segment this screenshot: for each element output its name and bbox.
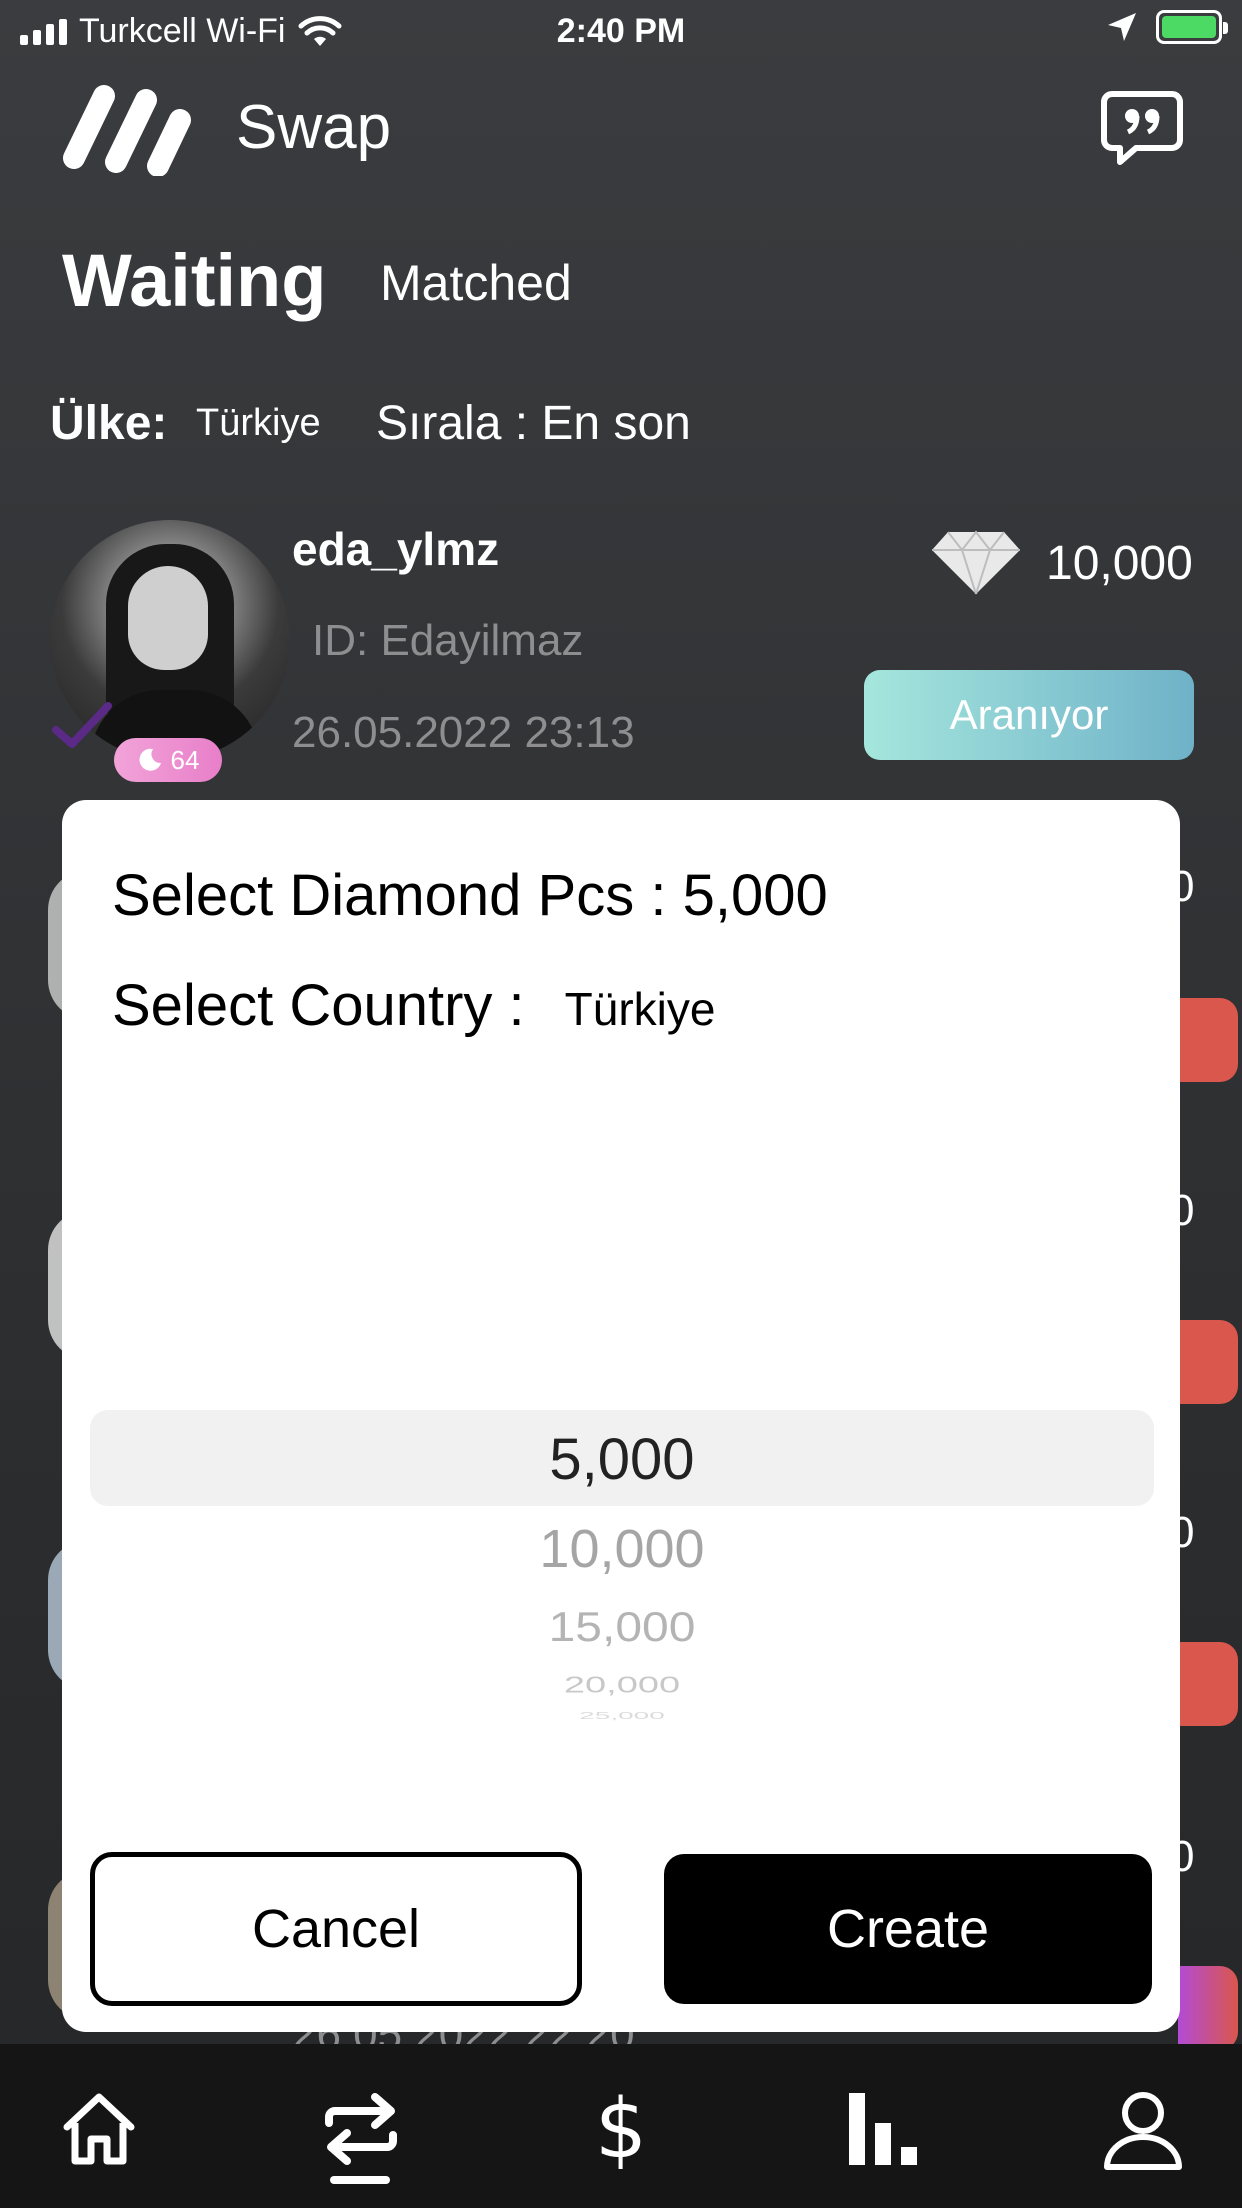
level-value: 64 — [170, 744, 200, 775]
level-badge: 64 — [114, 738, 222, 782]
picker-option[interactable]: 20,000 — [90, 1672, 1154, 1699]
clock: 2:40 PM — [556, 12, 686, 50]
status-right — [1106, 10, 1228, 44]
tab-matched[interactable]: Matched — [380, 254, 572, 312]
country-value[interactable]: Türkiye — [565, 982, 716, 1036]
peek-status-button[interactable] — [1178, 1642, 1238, 1726]
app-title: Swap — [236, 93, 392, 162]
picker-option-selected[interactable]: 5,000 — [90, 1426, 1154, 1493]
home-icon[interactable] — [54, 2084, 144, 2174]
cancel-button[interactable]: Cancel — [90, 1852, 582, 2006]
picker-option[interactable]: 25,000 — [90, 1710, 1154, 1721]
dollar-icon[interactable]: $ — [576, 2081, 666, 2177]
diamond-picker[interactable]: 5,000 10,000 15,000 20,000 25,000 — [90, 1410, 1154, 1740]
tab-waiting[interactable]: Waiting — [62, 238, 326, 323]
country-filter-label: Ülke: — [50, 397, 168, 450]
picker-option[interactable]: 15,000 — [90, 1604, 1154, 1651]
swap-arrows-icon[interactable] — [316, 2084, 406, 2174]
username: eda_ylmz — [292, 523, 500, 575]
peek-status-button[interactable] — [1178, 1320, 1238, 1404]
diamond-icon — [932, 530, 1020, 595]
app-logo-icon — [63, 85, 191, 176]
user-date: 26.05.2022 23:13 — [292, 708, 635, 757]
create-button[interactable]: Create — [664, 1854, 1152, 2004]
dollar-glyph: $ — [594, 2081, 648, 2177]
active-tab-indicator — [330, 2176, 390, 2184]
peek-status-button[interactable] — [1178, 1966, 1238, 2050]
profile-icon[interactable] — [1098, 2084, 1188, 2174]
diamond-pcs-label: Select Diamond Pcs : 5,000 — [112, 863, 828, 928]
sort-selector[interactable]: Sırala : En son — [376, 396, 691, 451]
moon-icon — [139, 748, 161, 771]
status-bar: Turkcell Wi-Fi 2:40 PM — [0, 0, 1242, 62]
peek-status-button[interactable] — [1178, 998, 1238, 1082]
status-button[interactable]: Aranıyor — [864, 670, 1194, 760]
country-label: Select Country : — [112, 973, 525, 1038]
stats-bars-icon[interactable] — [838, 2084, 928, 2174]
user-id: ID: Edayilmaz — [312, 616, 584, 665]
picker-option[interactable]: 10,000 — [90, 1518, 1154, 1580]
battery-icon — [1156, 10, 1228, 44]
create-swap-modal: Select Diamond Pcs : 5,000 Select Countr… — [62, 800, 1180, 2032]
chat-quote-icon[interactable] — [1100, 88, 1184, 168]
bottom-tab-bar: $ — [0, 2044, 1242, 2208]
diamond-amount: 10,000 — [1046, 537, 1193, 590]
verified-check-icon — [52, 702, 112, 748]
country-row: Select Country : Türkiye — [112, 972, 715, 1039]
location-arrow-icon — [1108, 13, 1136, 41]
country-filter-value[interactable]: Türkiye — [196, 402, 321, 445]
